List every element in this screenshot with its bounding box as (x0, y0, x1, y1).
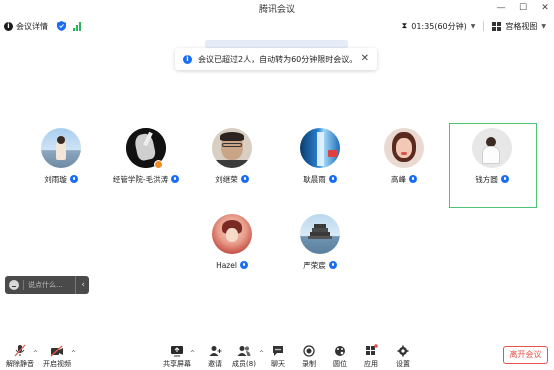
chevron-up-icon[interactable]: ^ (71, 350, 76, 357)
gear-icon (383, 344, 423, 357)
hourglass-icon: ⧗ (401, 21, 408, 30)
mic-icon (328, 261, 337, 269)
participant-tile[interactable]: 高峰 (364, 128, 444, 184)
info-icon[interactable]: i (4, 21, 13, 31)
participant-tile[interactable]: 耿晨雨 (280, 128, 360, 184)
chevron-left-icon[interactable]: ‹ (75, 276, 85, 294)
signal-icon[interactable] (73, 21, 81, 31)
mic-icon (500, 175, 509, 183)
settings-button[interactable]: 设置 (383, 344, 423, 369)
mic-icon (240, 175, 249, 183)
participant-name: 刘雨璇 (44, 174, 67, 184)
participant-tile[interactable]: Hazel (192, 214, 272, 270)
shield-icon[interactable] (57, 21, 66, 31)
mic-icon (239, 261, 248, 269)
window-controls: — ☐ ✕ (496, 0, 550, 16)
participant-name: Hazel (216, 260, 237, 270)
avatar (41, 128, 81, 168)
participant-name: 耿晨雨 (303, 174, 326, 184)
avatar (384, 128, 424, 168)
bottom-toolbar: 解除静音 ^ 开启视频 ^ 共享屏幕 ^ 邀请 成员(8) ^ 聊天 录制 圆位… (0, 341, 554, 370)
emoji-icon[interactable] (9, 280, 19, 290)
participant-tile[interactable]: 严荣宸 (280, 214, 360, 270)
notice-text: 会议已超过2人，自动转为60分钟限时会议。 (198, 54, 358, 64)
chat-input-bar: ‹ (5, 276, 89, 294)
chevron-down-icon[interactable]: ▼ (541, 23, 546, 30)
participant-name: 钱方圆 (475, 174, 498, 184)
mic-icon (69, 175, 78, 183)
meeting-details-button[interactable]: 会议详情 (16, 21, 48, 32)
chat-input[interactable] (28, 281, 68, 289)
info-icon: i (183, 54, 192, 64)
view-mode-button[interactable]: 宫格视图 (505, 21, 537, 32)
chevron-down-icon[interactable]: ▼ (471, 23, 476, 30)
maximize-icon[interactable]: ☐ (518, 0, 528, 16)
avatar (126, 128, 166, 169)
participant-name: 刘继荣 (215, 174, 238, 184)
top-toolbar: i 会议详情 ⧗ 01:35(60分钟) ▼ 宫格视图 ▼ (0, 16, 554, 36)
avatar (212, 128, 252, 168)
participant-name: 严荣宸 (303, 260, 326, 270)
time-limit-notice: i 会议已超过2人，自动转为60分钟限时会议。 ✕ (175, 48, 377, 70)
notice-backdrop (205, 40, 348, 48)
avatar (212, 214, 252, 254)
participant-tile[interactable]: 经管学院-毛洪涛 (106, 128, 186, 184)
leave-meeting-button[interactable]: 离开会议 (503, 346, 548, 364)
avatar (300, 214, 340, 254)
mic-icon (328, 175, 337, 183)
avatar (300, 128, 340, 168)
avatar (472, 128, 512, 168)
participant-tile[interactable]: 刘继荣 (192, 128, 272, 184)
participant-tile[interactable]: 钱方圆 (452, 128, 532, 184)
grid-view-icon (492, 21, 502, 31)
participant-name: 经管学院-毛洪涛 (112, 174, 169, 184)
meeting-timer[interactable]: 01:35(60分钟) (411, 21, 466, 32)
mic-icon (171, 175, 180, 183)
window-title: 腾讯会议 (258, 4, 295, 15)
close-icon[interactable]: ✕ (361, 52, 369, 66)
title-bar: 腾讯会议 — ☐ ✕ (0, 0, 554, 16)
close-icon[interactable]: ✕ (540, 0, 550, 16)
participant-tile[interactable]: 刘雨璇 (21, 128, 101, 184)
minimize-icon[interactable]: — (496, 0, 506, 16)
participant-name: 高峰 (391, 174, 406, 184)
mic-icon (409, 175, 417, 183)
host-icon (154, 160, 163, 169)
